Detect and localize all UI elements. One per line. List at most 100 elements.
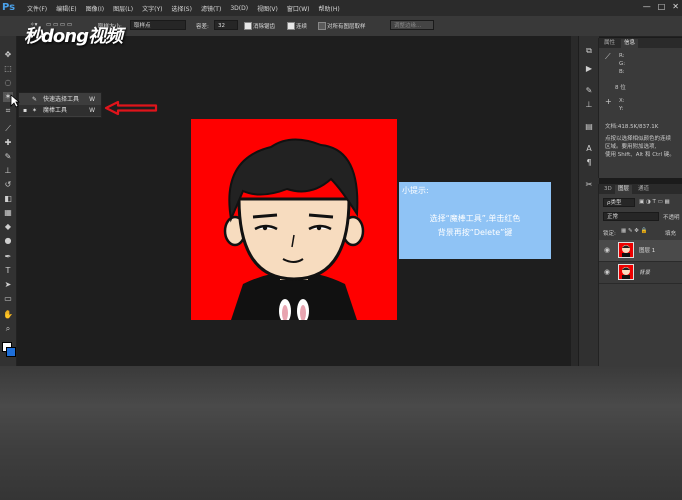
canvas-image[interactable] (191, 119, 397, 320)
window-controls: — □ ✕ (643, 2, 679, 11)
actions-play-icon[interactable]: ▶ (583, 64, 595, 74)
info-panel: 属性 信息 ⟋ R: G: B: 8 位 + X: Y: 文档:418.5K/8… (598, 38, 682, 178)
layer-kind-filter[interactable]: ρ类型 (603, 198, 635, 207)
all-layers-label: 对所有图层取样 (327, 24, 366, 30)
layer-filter-icons[interactable]: ▣ ◑ T ▭ ▦ (639, 199, 670, 205)
paragraph-panel-icon[interactable]: ¶ (583, 158, 595, 168)
blur-tool-icon[interactable]: ◆ (3, 222, 13, 232)
menu-filter[interactable]: 滤镜(T) (201, 4, 221, 13)
background-color-swatch[interactable] (6, 347, 16, 357)
red-arrow-annotation-icon (104, 100, 158, 116)
layer-name[interactable]: 背景 (639, 268, 650, 276)
info-y-label: Y: (619, 106, 624, 112)
cartoon-boy-illustration (223, 138, 365, 320)
shape-tool-icon[interactable]: ▭ (3, 294, 13, 304)
info-hint-line-1: 点按以选择相似颜色的连续 (605, 136, 672, 142)
flyout-item-shortcut: W (89, 107, 95, 114)
tools-options-icon[interactable]: ✂ (583, 180, 595, 190)
menu-layer[interactable]: 图层(L) (113, 4, 133, 13)
eyedropper-tool-icon[interactable]: ⟋ (3, 124, 13, 134)
menu-help[interactable]: 帮助(H) (319, 4, 340, 13)
history-panel-icon[interactable]: ⧉ (583, 46, 595, 56)
menu-image[interactable]: 图像(I) (86, 4, 104, 13)
visibility-eye-icon[interactable]: ◉ (604, 268, 610, 276)
clone-source-icon[interactable]: ⊥ (583, 100, 595, 110)
history-brush-icon[interactable]: ↺ (3, 180, 13, 190)
layer-row-layer1[interactable]: ◉ 图层 1 (599, 240, 682, 262)
contiguous-checkbox[interactable] (287, 22, 295, 30)
tip-body: 选择“魔棒工具”,单击红色 背景再按“Delete”键 (403, 212, 547, 240)
brush-presets-icon[interactable]: ✎ (583, 86, 595, 96)
close-button[interactable]: ✕ (672, 2, 679, 11)
tab-3d[interactable]: 3D (601, 185, 615, 194)
zoom-tool-icon[interactable]: ⌕ (3, 324, 13, 334)
magic-wand-icon: ✶ (32, 107, 38, 114)
menu-view[interactable]: 视图(V) (257, 4, 278, 13)
flyout-magic-wand[interactable]: ▪ ✶ 魔棒工具 W (19, 105, 101, 116)
maximize-button[interactable]: □ (658, 2, 666, 11)
layer-thumbnail (618, 264, 634, 280)
dodge-tool-icon[interactable]: ● (3, 236, 13, 246)
tip-line-1: 选择“魔棒工具”,单击红色 (429, 214, 521, 223)
flyout-quick-selection[interactable]: ✎ 快速选择工具 W (19, 94, 101, 105)
type-tool-icon[interactable]: T (3, 266, 13, 276)
path-select-icon[interactable]: ➤ (3, 280, 13, 290)
menu-file[interactable]: 文件(F) (27, 4, 47, 13)
tolerance-label: 容差: (196, 24, 209, 30)
menu-edit[interactable]: 编辑(E) (56, 4, 76, 13)
layer-name[interactable]: 图层 1 (639, 246, 655, 254)
tab-channels[interactable]: 通道 (635, 185, 652, 194)
move-tool-icon[interactable]: ✥ (3, 50, 13, 60)
menu-3d[interactable]: 3D(D) (230, 5, 248, 12)
lock-icons[interactable]: ▦ ✎ ✥ 🔒 (621, 228, 648, 234)
brush-tool-icon[interactable]: ✎ (3, 152, 13, 162)
sample-size-select[interactable]: 取样点 (130, 20, 186, 30)
eyedropper-icon: ⟋ (605, 52, 611, 61)
tab-properties[interactable]: 属性 (601, 39, 618, 48)
eraser-tool-icon[interactable]: ◧ (3, 194, 13, 204)
hand-tool-icon[interactable]: ✋ (3, 310, 13, 320)
opacity-label: 不透明 (663, 215, 680, 221)
info-bit-depth: 8 位 (615, 85, 626, 91)
mouse-cursor-icon (10, 94, 20, 108)
antialias-label: 消除锯齿 (253, 24, 276, 30)
tab-layers[interactable]: 图层 (615, 185, 633, 194)
photoshop-logo: Ps (2, 2, 16, 13)
all-layers-checkbox[interactable] (318, 22, 326, 30)
crosshair-icon: + (605, 97, 612, 106)
info-g-label: G: (619, 61, 626, 67)
marquee-tool-icon[interactable]: ⬚ (3, 64, 13, 74)
gradient-tool-icon[interactable]: ▦ (3, 208, 13, 218)
tolerance-input[interactable]: 32 (214, 20, 238, 30)
panel-dock: ⧉ ▶ ✎ ⊥ ▤ A ¶ ✂ (578, 36, 599, 366)
adjustments-icon[interactable]: ▤ (583, 122, 595, 132)
info-hint-line-3: 使用 Shift、Alt 和 Ctrl 键。 (605, 152, 675, 158)
flyout-item-label: 快速选择工具 (43, 96, 80, 103)
healing-brush-icon[interactable]: ✚ (3, 138, 13, 148)
fill-label: 填充 (665, 231, 677, 237)
character-panel-icon[interactable]: A (583, 144, 595, 154)
quick-selection-icon: ✎ (32, 96, 38, 103)
contiguous-label: 连续 (296, 24, 308, 30)
layers-panel-tabs: 3D 图层 通道 (599, 184, 682, 194)
minimize-button[interactable]: — (643, 2, 651, 11)
tip-callout: 小提示: 选择“魔棒工具”,单击红色 背景再按“Delete”键 (399, 182, 551, 259)
tip-line-2: 背景再按“Delete”键 (437, 228, 513, 237)
menu-select[interactable]: 选择(S) (171, 4, 192, 13)
blend-mode-select[interactable]: 正常 (603, 212, 659, 221)
antialias-checkbox[interactable] (244, 22, 252, 30)
refine-edge-button[interactable]: 调整边缘... (390, 20, 434, 30)
video-bottom-area (0, 366, 682, 500)
menu-window[interactable]: 窗口(W) (287, 4, 310, 13)
info-x-label: X: (619, 98, 625, 104)
info-doc-size: 文档:418.5K/837.1K (605, 124, 659, 130)
layer-row-background[interactable]: ◉ 背景 (599, 262, 682, 284)
tab-info[interactable]: 信息 (621, 39, 639, 48)
clone-stamp-icon[interactable]: ⊥ (3, 166, 13, 176)
canvas-scrollbar[interactable] (571, 36, 578, 366)
visibility-eye-icon[interactable]: ◉ (604, 246, 610, 254)
menu-type[interactable]: 文字(Y) (142, 4, 162, 13)
selection-tool-flyout: ✎ 快速选择工具 W ▪ ✶ 魔棒工具 W (18, 92, 102, 118)
pen-tool-icon[interactable]: ✒ (3, 252, 13, 262)
lasso-tool-icon[interactable]: ◌ (3, 78, 13, 88)
